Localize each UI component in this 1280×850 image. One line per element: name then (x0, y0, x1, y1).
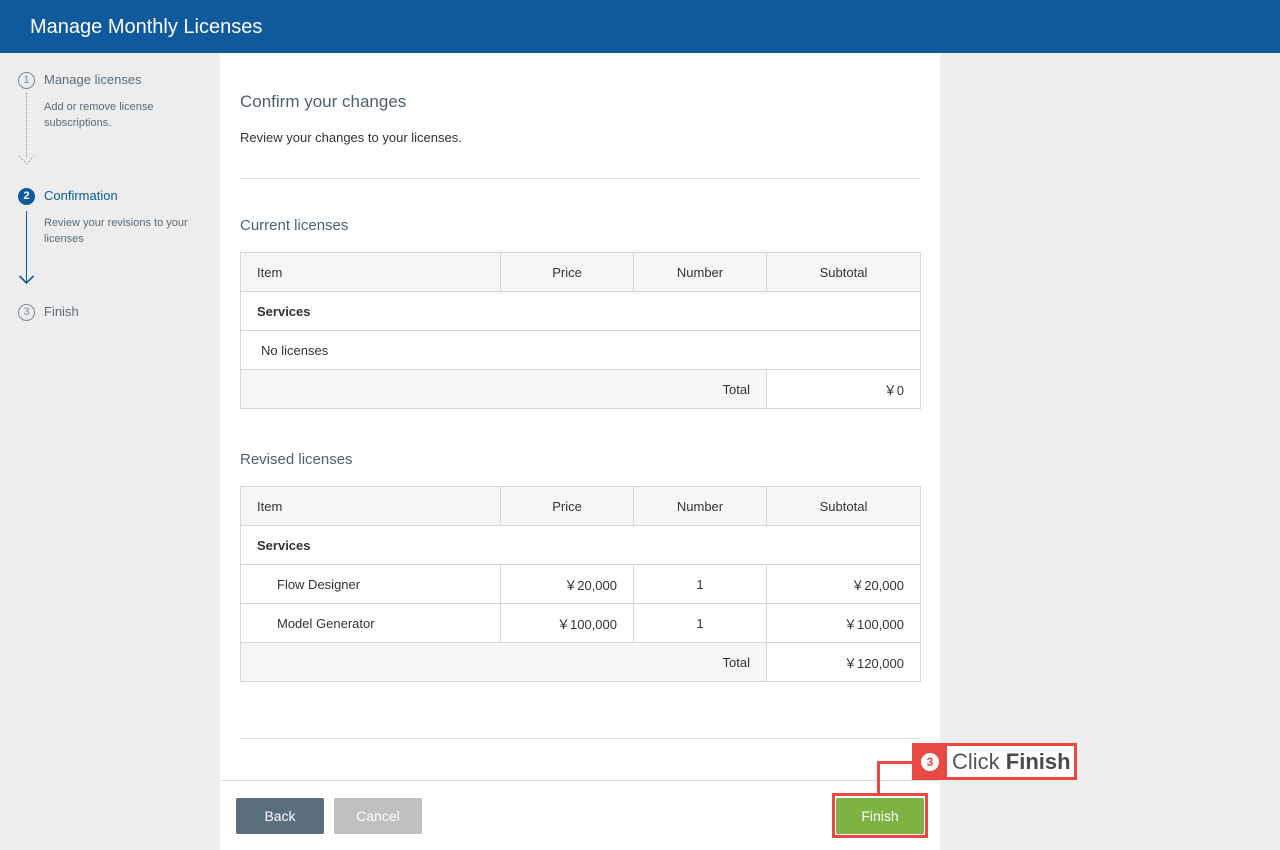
table-row: Model Generator ￥100,000 1 ￥100,000 (240, 603, 921, 643)
col-number-header: Number (633, 486, 767, 526)
finish-highlight-box (832, 793, 928, 838)
empty-message: No licenses (240, 330, 921, 370)
table-row: Flow Designer ￥20,000 1 ￥20,000 (240, 564, 921, 604)
step-2-title: Confirmation (44, 188, 118, 203)
app-header: Manage Monthly Licenses (0, 0, 1280, 53)
col-number-header: Number (633, 252, 767, 292)
back-button[interactable]: Back (236, 798, 324, 834)
current-licenses-title: Current licenses (240, 217, 349, 234)
group-label: Services (240, 525, 921, 565)
total-label: Total (240, 642, 767, 682)
item-price: ￥100,000 (500, 603, 634, 643)
wizard-steps-sidebar: 1 Manage licenses Add or remove license … (0, 53, 220, 850)
item-price: ￥20,000 (500, 564, 634, 604)
callout-prefix: Click (952, 749, 1006, 774)
col-subtotal-header: Subtotal (766, 486, 921, 526)
table-header-row: Item Price Number Subtotal (240, 486, 921, 526)
step-1-title: Manage licenses (44, 72, 142, 87)
table-row: Services (240, 525, 921, 565)
total-row: Total ￥120,000 (240, 642, 921, 682)
step-3-number: 3 (18, 304, 35, 321)
step-1-number: 1 (18, 72, 35, 89)
item-number: 1 (633, 603, 767, 643)
step-1-description: Add or remove license subscriptions. (44, 101, 154, 129)
col-price-header: Price (500, 486, 634, 526)
callout-bold: Finish (1005, 749, 1071, 774)
main-panel: Confirm your changes Review your changes… (220, 53, 940, 850)
total-value: ￥120,000 (766, 642, 921, 682)
callout-connector (877, 761, 880, 794)
item-subtotal: ￥20,000 (766, 564, 921, 604)
col-price-header: Price (500, 252, 634, 292)
confirm-title: Confirm your changes (240, 92, 407, 111)
chevron-down-icon (18, 155, 35, 165)
callout-text: Click Finish (947, 746, 1074, 777)
callout-connector (877, 761, 913, 764)
instruction-callout: 3 Click Finish (912, 743, 1077, 780)
arrow-down-icon (18, 275, 35, 285)
current-licenses-table: Item Price Number Subtotal Services No l… (240, 252, 921, 409)
item-name: Flow Designer (240, 564, 501, 604)
total-value: ￥0 (766, 369, 921, 409)
total-row: Total ￥0 (240, 369, 921, 409)
footer-divider (220, 780, 940, 781)
item-number: 1 (633, 564, 767, 604)
table-row: No licenses (240, 330, 921, 370)
col-item-header: Item (240, 486, 501, 526)
revised-licenses-title: Revised licenses (240, 451, 353, 468)
confirm-subtitle: Review your changes to your licenses. (240, 130, 462, 145)
divider (240, 738, 920, 739)
divider (240, 178, 920, 179)
revised-licenses-table: Item Price Number Subtotal Services Flow… (240, 486, 921, 682)
step-connector-dotted (26, 93, 27, 157)
step-2-description: Review your revisions to your licenses (44, 217, 188, 245)
total-label: Total (240, 369, 767, 409)
col-item-header: Item (240, 252, 501, 292)
step-3-title: Finish (44, 304, 79, 319)
item-name: Model Generator (240, 603, 501, 643)
col-subtotal-header: Subtotal (766, 252, 921, 292)
group-label: Services (240, 291, 921, 331)
table-header-row: Item Price Number Subtotal (240, 252, 921, 292)
step-2-number: 2 (18, 188, 35, 205)
page-title: Manage Monthly Licenses (30, 16, 263, 38)
table-row: Services (240, 291, 921, 331)
item-subtotal: ￥100,000 (766, 603, 921, 643)
callout-step-number: 3 (921, 753, 939, 771)
cancel-button[interactable]: Cancel (334, 798, 422, 834)
